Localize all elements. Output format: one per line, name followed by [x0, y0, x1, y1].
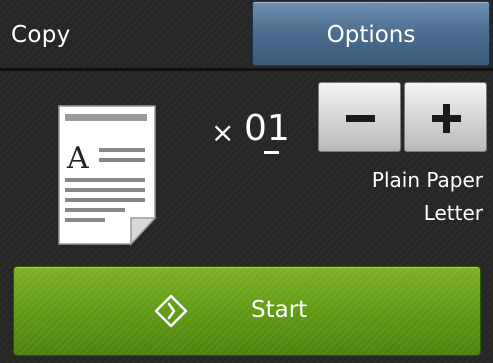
- plus-icon: [432, 104, 461, 133]
- options-button[interactable]: Options: [252, 1, 490, 66]
- copy-screen: Copy Options A × 01 Plain Paper Letter S…: [0, 0, 493, 363]
- paper-size-label: Letter: [423, 201, 483, 225]
- start-diamond-icon: [154, 294, 188, 328]
- start-label: Start: [251, 297, 308, 323]
- minus-icon: [346, 115, 375, 122]
- count-cursor: [264, 151, 279, 154]
- document-icon: A: [57, 104, 157, 246]
- increase-button[interactable]: [404, 82, 487, 152]
- decrease-button[interactable]: [318, 82, 401, 152]
- copies-stepper: [318, 82, 488, 152]
- start-button[interactable]: Start: [13, 266, 481, 356]
- copies-count[interactable]: 01: [244, 108, 290, 149]
- copies-multiplier: ×: [211, 116, 235, 149]
- document-letter: A: [66, 141, 89, 176]
- paper-type-label: Plain Paper: [371, 168, 483, 192]
- header-divider: [0, 68, 493, 71]
- top-bar: Copy Options: [0, 0, 493, 68]
- screen-title: Copy: [11, 22, 71, 48]
